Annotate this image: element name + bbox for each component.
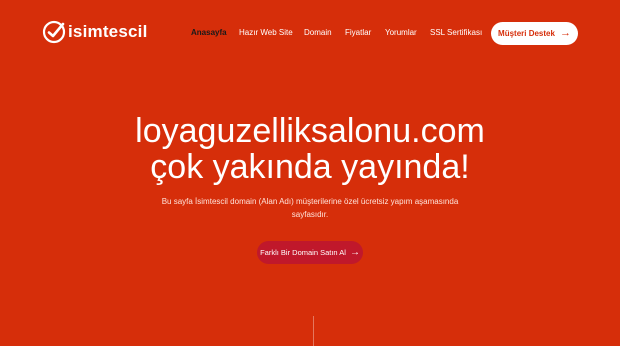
nav-item-ssl-sertifikasi[interactable]: SSL Sertifikası: [430, 28, 482, 37]
customer-support-button[interactable]: Müşteri Destek →: [491, 22, 578, 45]
brand-name: isimtescil: [68, 22, 148, 41]
customer-support-label: Müşteri Destek: [498, 29, 555, 38]
buy-domain-label: Farklı Bir Domain Satın Al: [260, 248, 346, 257]
arrow-right-icon: →: [559, 27, 571, 39]
checkmark-circle-icon: [42, 20, 66, 44]
nav-item-domain[interactable]: Domain: [304, 28, 332, 37]
buy-domain-button[interactable]: Farklı Bir Domain Satın Al →: [257, 241, 363, 264]
hero-domain-title: loyaguzelliksalonu.com: [135, 112, 485, 150]
hero-coming-soon-title: çok yakında yayında!: [150, 148, 470, 186]
arrow-right-icon: →: [349, 246, 360, 258]
nav-item-yorumlar[interactable]: Yorumlar: [385, 28, 417, 37]
nav-item-anasayfa[interactable]: Anasayfa: [191, 28, 227, 37]
nav-item-fiyatlar[interactable]: Fiyatlar: [345, 28, 371, 37]
nav-item-hazir-web-site[interactable]: Hazır Web Site: [239, 28, 293, 37]
hero-description: Bu sayfa İsimtescil domain (Alan Adı) mü…: [161, 197, 459, 219]
navbar: isimtescil Anasayfa Hazır Web Site Domai…: [0, 0, 620, 66]
scroll-divider: [313, 316, 314, 346]
brand-logo[interactable]: isimtescil: [42, 20, 148, 44]
